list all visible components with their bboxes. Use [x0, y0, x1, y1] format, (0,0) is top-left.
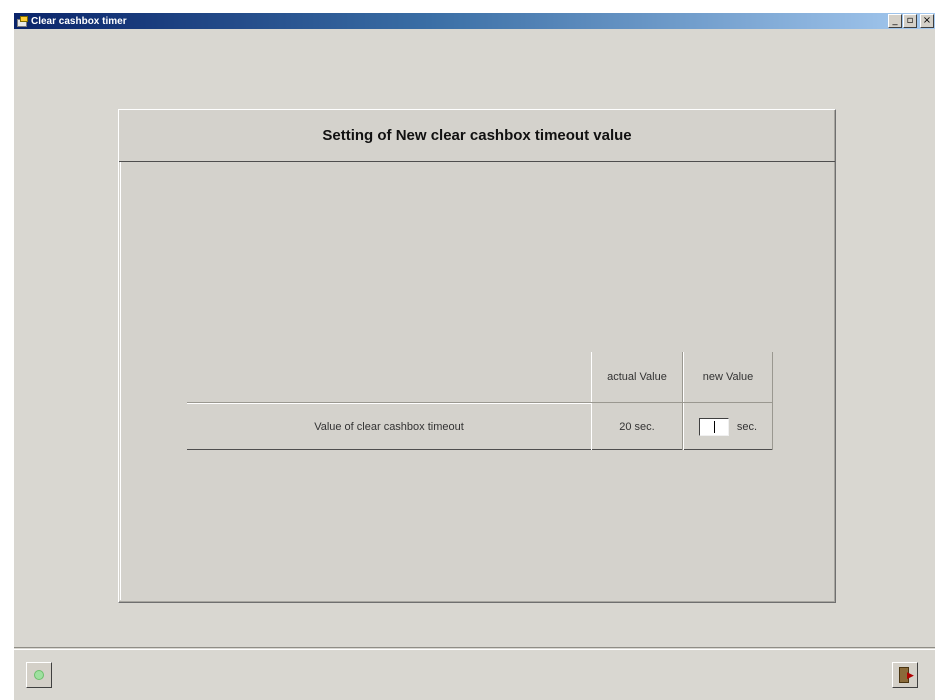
header-actual-value: actual Value	[591, 352, 683, 402]
exit-button[interactable]: ▶	[892, 662, 918, 688]
app-window: Clear cashbox timer _ ▫ × Setting of New…	[13, 12, 935, 700]
settings-panel: Setting of New clear cashbox timeout val…	[118, 109, 836, 603]
app-icon	[17, 15, 28, 27]
row-label: Value of clear cashbox timeout	[187, 403, 591, 450]
client-area: Setting of New clear cashbox timeout val…	[18, 33, 934, 645]
table-row: Value of clear cashbox timeout 20 sec. s…	[187, 402, 773, 450]
minimize-button[interactable]: _	[888, 14, 902, 28]
title-bar[interactable]: Clear cashbox timer _ ▫ ×	[14, 13, 935, 29]
close-button[interactable]: ×	[920, 14, 934, 28]
maximize-button[interactable]: ▫	[903, 14, 917, 28]
actual-value-cell: 20 sec.	[591, 403, 683, 450]
window-title: Clear cashbox timer	[31, 15, 127, 27]
exit-door-icon: ▶	[898, 667, 914, 683]
new-value-unit: sec.	[736, 420, 758, 433]
status-bar: ▶	[14, 647, 935, 700]
header-new-value: new Value	[683, 352, 773, 402]
new-timeout-input[interactable]	[698, 417, 729, 436]
panel-header: Setting of New clear cashbox timeout val…	[119, 110, 835, 162]
window-controls: _ ▫ ×	[888, 14, 934, 28]
panel-title: Setting of New clear cashbox timeout val…	[322, 127, 632, 144]
green-led-icon	[34, 670, 44, 680]
new-value-cell: sec.	[683, 403, 773, 450]
status-indicator-button[interactable]	[26, 662, 52, 688]
panel-body: actual Value new Value Value of clear ca…	[120, 162, 835, 600]
